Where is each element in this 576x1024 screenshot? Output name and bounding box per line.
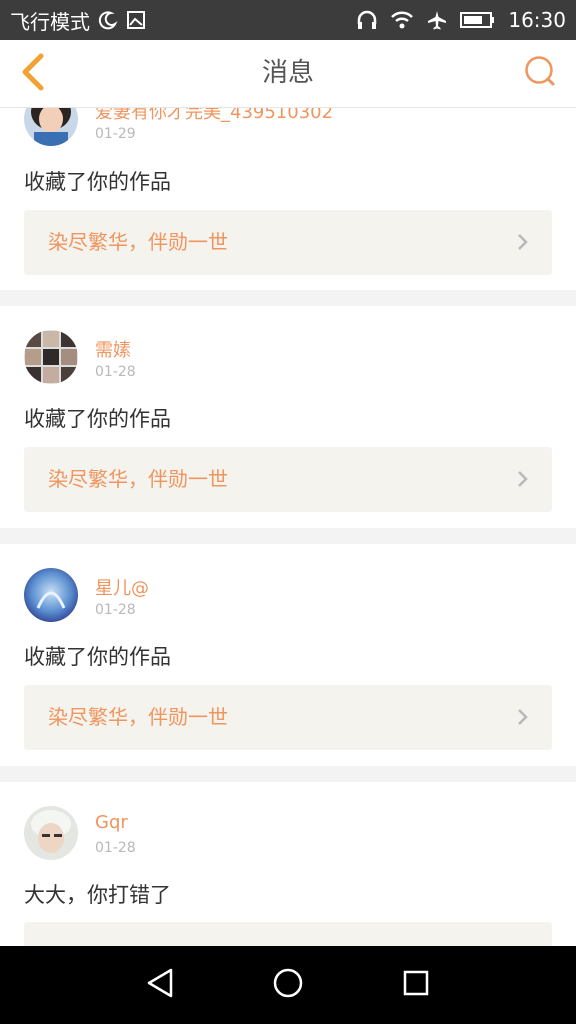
avatar[interactable] <box>24 330 78 384</box>
airplane-icon <box>426 9 448 31</box>
work-title: 染尽繁华，伴勋一世 <box>48 705 228 729</box>
message-text: 收藏了你的作品 <box>24 170 171 194</box>
message-text: 收藏了你的作品 <box>24 407 171 431</box>
work-title: 染尽繁华，伴勋一世 <box>48 467 228 491</box>
work-link[interactable]: 染尽繁华，伴勋一世 <box>24 210 552 275</box>
chevron-right-icon <box>516 469 530 489</box>
avatar[interactable] <box>24 108 78 146</box>
message-card: 星儿@ 01-28 收藏了你的作品 染尽繁华，伴勋一世 <box>0 544 576 766</box>
chevron-right-icon <box>516 232 530 252</box>
message-text: 收藏了你的作品 <box>24 645 171 669</box>
username[interactable]: 需嫊 <box>95 336 131 362</box>
system-nav-bar <box>0 946 576 1024</box>
timestamp: 01-28 <box>95 840 136 856</box>
username[interactable]: 星儿@ <box>95 574 149 600</box>
airplane-mode-label: 飞行模式 <box>10 9 90 34</box>
avatar[interactable] <box>24 568 78 622</box>
nav-recents-button[interactable] <box>396 965 436 1005</box>
avatar[interactable] <box>24 806 78 860</box>
message-list[interactable]: 爱妻有你才完美_439510302 01-29 收藏了你的作品 染尽繁华，伴勋一… <box>0 108 576 946</box>
clock-time: 16:30 <box>508 8 566 32</box>
back-triangle-icon <box>143 966 177 1004</box>
chevron-right-icon <box>516 707 530 727</box>
home-circle-icon <box>271 966 305 1004</box>
headphones-icon <box>356 10 378 30</box>
work-link[interactable]: 染尽繁华，伴勋一世 <box>24 685 552 750</box>
wifi-icon <box>390 10 414 30</box>
status-bar: 飞行模式 16:30 <box>0 0 576 40</box>
message-card: Gqr 01-28 大大，你打错了 <box>0 782 576 946</box>
work-link[interactable] <box>24 922 552 946</box>
nav-back-button[interactable] <box>140 965 180 1005</box>
work-link[interactable]: 染尽繁华，伴勋一世 <box>24 447 552 512</box>
timestamp: 01-28 <box>95 364 136 380</box>
username[interactable]: Gqr <box>95 812 128 833</box>
moon-icon <box>98 10 118 30</box>
message-card: 需嫊 01-28 收藏了你的作品 染尽繁华，伴勋一世 <box>0 306 576 528</box>
timestamp: 01-29 <box>95 126 136 142</box>
image-icon <box>126 10 146 30</box>
top-app-bar: 消息 <box>0 40 576 108</box>
message-card: 爱妻有你才完美_439510302 01-29 收藏了你的作品 染尽繁华，伴勋一… <box>0 108 576 290</box>
work-title: 染尽繁华，伴勋一世 <box>48 230 228 254</box>
search-icon <box>523 54 557 92</box>
timestamp: 01-28 <box>95 602 136 618</box>
battery-icon <box>460 11 496 29</box>
search-button[interactable] <box>522 55 558 91</box>
recents-square-icon <box>399 966 433 1004</box>
nav-home-button[interactable] <box>268 965 308 1005</box>
page-title: 消息 <box>261 58 314 88</box>
message-text: 大大，你打错了 <box>24 883 171 907</box>
username[interactable]: 爱妻有你才完美_439510302 <box>95 108 333 124</box>
